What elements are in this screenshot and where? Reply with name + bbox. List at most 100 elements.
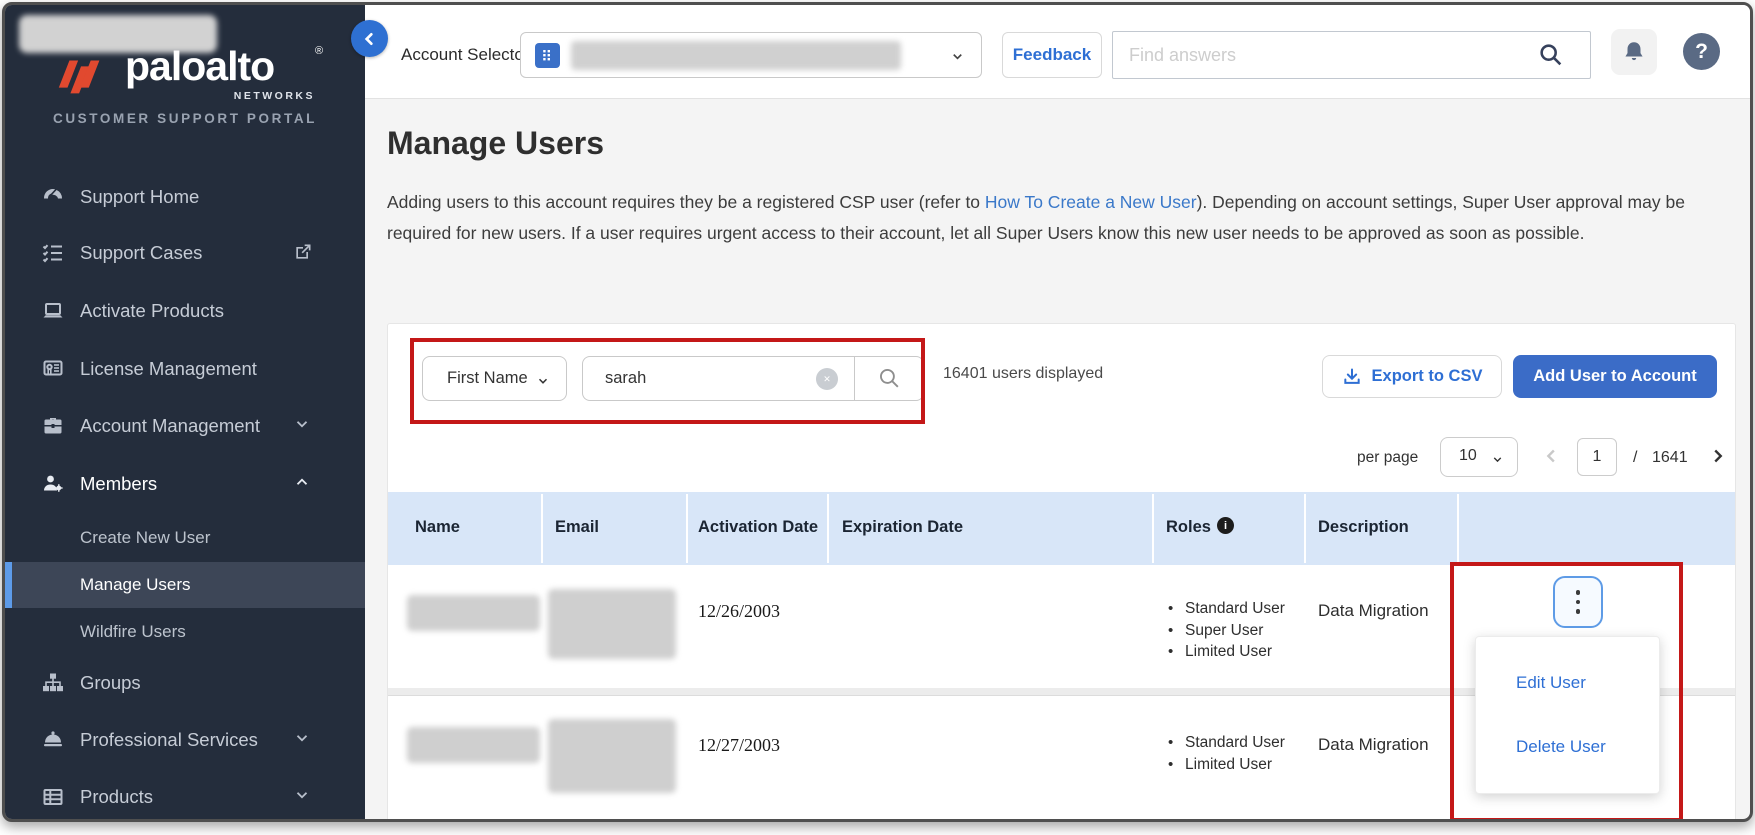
paloalto-logo-icon (53, 47, 111, 105)
user-search-field: ✕ (582, 356, 854, 401)
paloalto-logo: paloalto ® NETWORKS (53, 43, 333, 105)
kebab-dot (1576, 600, 1581, 605)
account-selector-label: Account Selector (401, 45, 530, 65)
sidebar: paloalto ® NETWORKS CUSTOMER SUPPORT POR… (5, 5, 365, 819)
page-divider: / (1633, 449, 1637, 467)
row-actions-menu: Edit User Delete User (1475, 636, 1660, 794)
search-icon (877, 366, 902, 391)
table-header: Name Email Activation Date Expiration Da… (388, 492, 1735, 565)
sidebar-item-support-home[interactable]: Support Home (5, 177, 365, 217)
help-icon: ? (1695, 40, 1708, 64)
edit-user-menu-item[interactable]: Edit User (1476, 673, 1659, 693)
column-header-description: Description (1318, 518, 1409, 537)
briefcase-icon (41, 414, 65, 438)
sidebar-item-wildfire-users[interactable]: Wildfire Users (5, 612, 365, 652)
how-to-create-user-link[interactable]: How To Create a New User (985, 192, 1197, 212)
sidebar-item-professional-services[interactable]: Professional Services (5, 720, 365, 760)
per-page-label: per page (1357, 449, 1418, 467)
redacted-user-name (407, 727, 540, 763)
column-divider (1457, 494, 1459, 563)
role-item: Limited User (1168, 641, 1285, 663)
redacted-account-name (571, 41, 901, 70)
product-list-icon (41, 785, 65, 809)
search-icon[interactable] (1537, 41, 1565, 69)
redacted-user-email (548, 589, 676, 659)
bell-icon (1621, 39, 1647, 65)
chevron-left-icon (362, 31, 378, 47)
chevron-down-icon (536, 374, 550, 388)
gauge-icon (41, 185, 65, 209)
sidebar-item-label: License Management (80, 358, 257, 380)
next-page-icon[interactable] (1707, 444, 1729, 468)
page-description: Adding users to this account requires th… (387, 187, 1735, 249)
description-text: Adding users to this account requires th… (387, 192, 985, 212)
sidebar-item-label: Members (80, 473, 157, 495)
brand-sub: NETWORKS (173, 90, 315, 102)
activation-date-cell: 12/27/2003 (698, 735, 780, 756)
feedback-button[interactable]: Feedback (1002, 32, 1102, 78)
current-page-input[interactable]: 1 (1577, 438, 1617, 476)
sidebar-item-activate-products[interactable]: Activate Products (5, 291, 365, 331)
user-search-input[interactable] (605, 369, 765, 388)
sidebar-item-label: Products (80, 786, 153, 808)
sidebar-item-label: Groups (80, 672, 141, 694)
sidebar-item-members[interactable]: Members (5, 464, 365, 504)
delete-user-menu-item[interactable]: Delete User (1476, 737, 1659, 757)
search-submit-button[interactable] (854, 356, 924, 401)
column-divider (541, 494, 543, 563)
sidebar-item-create-new-user[interactable]: Create New User (5, 518, 365, 558)
filter-field-select[interactable]: First Name (422, 356, 567, 401)
brand-name: paloalto (125, 43, 274, 90)
app-window: paloalto ® NETWORKS CUSTOMER SUPPORT POR… (2, 2, 1753, 822)
sidebar-item-support-cases[interactable]: Support Cases (5, 233, 365, 273)
portal-title: CUSTOMER SUPPORT PORTAL (5, 111, 365, 126)
description-cell: Data Migration (1318, 735, 1429, 755)
laptop-icon (41, 299, 65, 323)
help-button[interactable]: ? (1683, 33, 1720, 70)
column-header-name: Name (415, 518, 460, 537)
registered-mark: ® (315, 45, 323, 57)
chevron-down-icon (293, 786, 315, 808)
sitemap-icon (41, 671, 65, 695)
column-header-activation-date: Activation Date (698, 518, 818, 537)
role-item: Standard User (1168, 598, 1285, 620)
add-user-to-account-button[interactable]: Add User to Account (1513, 355, 1717, 398)
info-glyph: i (1224, 520, 1227, 532)
filter-field-value: First Name (447, 369, 528, 388)
column-header-email: Email (555, 518, 599, 537)
find-answers-input[interactable] (1112, 31, 1591, 79)
sidebar-item-account-management[interactable]: Account Management (5, 406, 365, 446)
column-divider (827, 494, 829, 563)
member-gear-icon (41, 472, 65, 496)
kebab-dot (1576, 609, 1581, 614)
license-icon (41, 357, 65, 381)
role-item: Standard User (1168, 732, 1285, 754)
users-displayed-count: 16401 users displayed (943, 365, 1103, 383)
chevron-down-icon (950, 49, 965, 64)
export-to-csv-button[interactable]: Export to CSV (1322, 355, 1502, 398)
account-selector-dropdown[interactable] (520, 32, 982, 78)
chevron-up-icon (293, 473, 315, 495)
service-dome-icon (41, 728, 65, 752)
role-item: Super User (1168, 620, 1285, 642)
sidebar-collapse-button[interactable] (351, 20, 388, 57)
sidebar-item-manage-users[interactable]: Manage Users (5, 565, 365, 605)
sidebar-item-groups[interactable]: Groups (5, 663, 365, 703)
sidebar-item-label: Professional Services (80, 729, 258, 751)
previous-page-icon[interactable] (1541, 444, 1563, 468)
sidebar-item-license-management[interactable]: License Management (5, 349, 365, 389)
sidebar-subitem-label: Wildfire Users (80, 622, 186, 642)
total-pages: 1641 (1652, 449, 1688, 467)
chevron-down-icon (1491, 453, 1504, 466)
column-divider (686, 494, 688, 563)
roles-info-icon[interactable]: i (1217, 517, 1234, 534)
per-page-select[interactable]: 10 (1440, 437, 1518, 477)
role-item: Limited User (1168, 754, 1285, 776)
per-page-value: 10 (1459, 447, 1477, 465)
row-actions-kebab-button[interactable] (1553, 576, 1603, 628)
sidebar-item-products[interactable]: Products (5, 777, 365, 817)
notifications-button[interactable] (1611, 29, 1657, 75)
redacted-user-email (548, 719, 676, 793)
column-divider (1304, 494, 1306, 563)
clear-search-icon[interactable]: ✕ (816, 368, 838, 390)
